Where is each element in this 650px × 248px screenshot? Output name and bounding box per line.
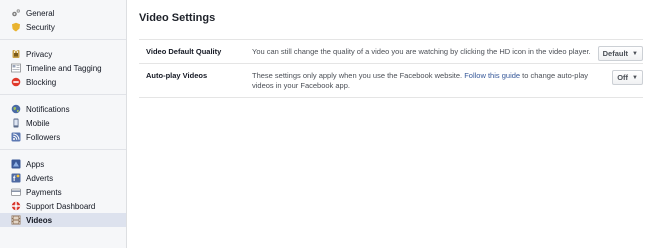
setting-row-video-quality: Video Default Quality You can still chan…: [139, 40, 643, 64]
sidebar-group-notifications: Notifications Mobile Followers: [0, 94, 126, 144]
shield-icon: [11, 22, 21, 32]
sidebar-item-label: Mobile: [26, 118, 50, 128]
caret-down-icon: ▼: [632, 74, 638, 81]
sidebar-item-label: Timeline and Tagging: [26, 63, 102, 73]
sidebar-item-privacy[interactable]: Privacy: [0, 47, 126, 61]
sidebar-item-label: Security: [26, 22, 55, 32]
video-quality-dropdown[interactable]: Default ▼: [597, 46, 643, 61]
sidebar-item-payments[interactable]: Payments: [0, 185, 126, 199]
sidebar-item-blocking[interactable]: Blocking: [0, 75, 126, 89]
timeline-icon: [11, 63, 21, 73]
follow-guide-link[interactable]: Follow this guide: [464, 71, 520, 80]
sidebar-item-notifications[interactable]: Notifications: [0, 102, 126, 116]
sidebar-group-account: General Security: [0, 0, 126, 34]
settings-main: Video Settings Video Default Quality You…: [139, 0, 643, 98]
caret-down-icon: ▼: [632, 50, 638, 57]
sidebar-item-videos[interactable]: Videos: [0, 213, 126, 227]
sidebar-item-mobile[interactable]: Mobile: [0, 116, 126, 130]
sidebar-item-general[interactable]: General: [0, 6, 126, 20]
sidebar-item-adverts[interactable]: f Adverts: [0, 171, 126, 185]
lock-icon: [11, 49, 21, 59]
sidebar-item-label: Apps: [26, 159, 45, 169]
rss-icon: [11, 132, 21, 142]
dropdown-value: Off: [617, 73, 629, 82]
sidebar-item-timeline[interactable]: Timeline and Tagging: [0, 61, 126, 75]
card-icon: [11, 187, 21, 197]
description-text: These settings only apply when you use t…: [252, 71, 465, 80]
sidebar-item-label: Adverts: [26, 173, 54, 183]
sidebar-group-apps: Apps f Adverts Payments Support Dashboar…: [0, 149, 126, 227]
dropdown-value: Default: [602, 49, 629, 58]
gear-icon: [11, 8, 21, 18]
lifebuoy-icon: [11, 201, 21, 211]
sidebar-item-label: Support Dashboard: [26, 201, 96, 211]
block-icon: [11, 77, 21, 87]
apps-icon: [11, 159, 21, 169]
setting-row-autoplay: Auto-play Videos These settings only app…: [139, 64, 643, 98]
sidebar-item-security[interactable]: Security: [0, 20, 126, 34]
sidebar-item-label: Blocking: [26, 77, 57, 87]
setting-description: You can still change the quality of a vi…: [252, 47, 591, 56]
sidebar-item-label: Payments: [26, 187, 62, 197]
sidebar-item-label: Privacy: [26, 49, 53, 59]
sidebar-item-support-dashboard[interactable]: Support Dashboard: [0, 199, 126, 213]
sidebar-item-apps[interactable]: Apps: [0, 157, 126, 171]
setting-name: Auto-play Videos: [146, 71, 208, 80]
sidebar-item-followers[interactable]: Followers: [0, 130, 126, 144]
mobile-icon: [11, 118, 21, 128]
sidebar-item-label: Videos: [26, 215, 53, 225]
film-icon: [11, 215, 21, 225]
setting-name: Video Default Quality: [146, 47, 222, 56]
autoplay-dropdown[interactable]: Off ▼: [612, 70, 643, 85]
adverts-icon: f: [11, 173, 21, 183]
setting-description: These settings only apply when you use t…: [252, 71, 592, 91]
settings-sidebar: General Security Privacy Timeline and Ta…: [0, 0, 127, 248]
sidebar-group-privacy: Privacy Timeline and Tagging Blocking: [0, 39, 126, 89]
sidebar-item-label: General: [26, 8, 55, 18]
page-title: Video Settings: [139, 12, 216, 24]
sidebar-item-label: Notifications: [26, 104, 70, 114]
sidebar-item-label: Followers: [26, 132, 61, 142]
globe-icon: [11, 104, 21, 114]
